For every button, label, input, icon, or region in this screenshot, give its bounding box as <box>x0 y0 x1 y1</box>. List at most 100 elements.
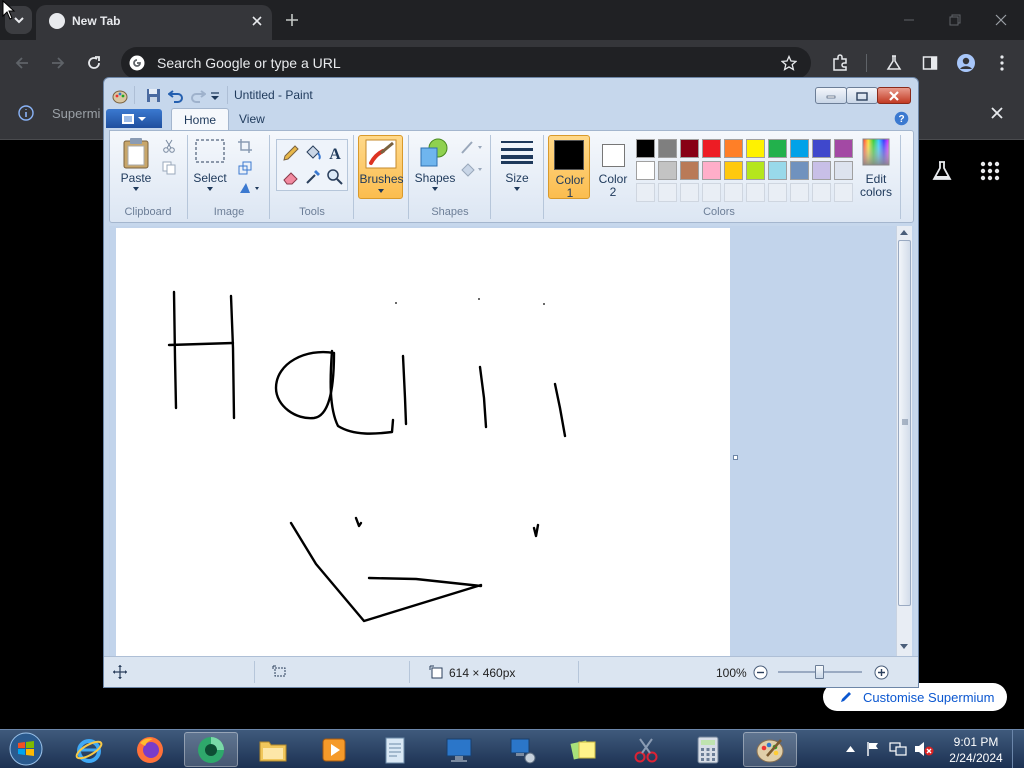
window-close-button[interactable] <box>988 8 1014 32</box>
brushes-button[interactable]: Brushes <box>358 135 404 199</box>
palette-swatch[interactable] <box>790 139 809 158</box>
rotate-icon[interactable] <box>238 181 260 195</box>
minimize-button[interactable] <box>896 8 922 32</box>
custom-color-slot[interactable] <box>702 183 721 202</box>
eraser-icon[interactable] <box>282 168 300 186</box>
palette-swatch[interactable] <box>702 139 721 158</box>
select-button[interactable]: Select <box>192 135 228 197</box>
canvas-resize-handle[interactable] <box>733 455 738 460</box>
color2-button[interactable]: Color 2 <box>592 135 634 199</box>
taskbar-paint[interactable] <box>743 732 797 767</box>
undo-icon[interactable] <box>168 88 184 103</box>
tab-home[interactable]: Home <box>171 108 230 130</box>
color-picker-icon[interactable] <box>304 168 322 186</box>
palette-swatch[interactable] <box>702 161 721 180</box>
reload-button[interactable] <box>82 51 106 75</box>
palette-swatch[interactable] <box>834 161 853 180</box>
custom-color-slot[interactable] <box>790 183 809 202</box>
paint-close-button[interactable] <box>877 87 911 104</box>
menu-button[interactable] <box>990 51 1014 75</box>
paste-button[interactable]: Paste <box>116 135 156 197</box>
network-tray-icon[interactable] <box>889 741 907 757</box>
drawing-canvas[interactable] <box>116 228 730 658</box>
taskbar-firefox[interactable] <box>123 732 177 767</box>
palette-swatch[interactable] <box>768 161 787 180</box>
palette-swatch[interactable] <box>658 161 677 180</box>
volume-muted-icon[interactable] <box>914 741 934 757</box>
palette-swatch[interactable] <box>636 139 655 158</box>
custom-color-slot[interactable] <box>768 183 787 202</box>
vertical-scrollbar[interactable] <box>896 226 912 656</box>
scrollbar-thumb[interactable] <box>898 240 911 606</box>
palette-swatch[interactable] <box>768 139 787 158</box>
info-bar-close-button[interactable] <box>988 104 1006 122</box>
copy-icon[interactable] <box>162 161 176 175</box>
taskbar-calculator[interactable] <box>681 732 735 767</box>
palette-swatch[interactable] <box>834 139 853 158</box>
star-icon[interactable] <box>781 55 797 71</box>
edit-colors-button[interactable]: Edit colors <box>860 135 892 199</box>
scroll-down-icon[interactable] <box>900 644 908 650</box>
outline-icon[interactable] <box>460 139 484 155</box>
text-tool-icon[interactable]: A <box>326 144 344 162</box>
customize-qat-icon[interactable] <box>210 92 220 102</box>
cut-icon[interactable] <box>162 139 176 153</box>
show-desktop-button[interactable] <box>1012 730 1024 768</box>
taskbar-internet-explorer[interactable] <box>62 732 116 767</box>
browser-tab-new-tab[interactable]: New Tab <box>36 5 272 40</box>
omnibox[interactable]: Search Google or type a URL <box>121 47 811 79</box>
palette-swatch[interactable] <box>812 139 831 158</box>
magnifier-icon[interactable] <box>326 168 344 186</box>
palette-swatch[interactable] <box>724 161 743 180</box>
custom-color-slot[interactable] <box>658 183 677 202</box>
custom-color-slot[interactable] <box>812 183 831 202</box>
clock-date[interactable]: 2/24/2024 <box>946 751 1006 765</box>
size-button[interactable]: Size <box>496 135 538 197</box>
taskbar-snipping-tool[interactable] <box>619 732 673 767</box>
help-icon[interactable]: ? <box>894 111 909 126</box>
taskbar-supermium[interactable] <box>184 732 238 767</box>
palette-swatch[interactable] <box>790 161 809 180</box>
zoom-out-icon[interactable] <box>753 665 768 680</box>
pencil-icon[interactable] <box>282 144 300 162</box>
scroll-up-icon[interactable] <box>900 229 908 235</box>
crop-icon[interactable] <box>238 139 252 153</box>
labs-shortcut[interactable] <box>930 159 954 183</box>
start-button[interactable] <box>4 730 48 768</box>
apps-launcher[interactable] <box>980 161 1000 181</box>
new-tab-button[interactable] <box>282 10 302 30</box>
labs-button[interactable] <box>882 51 906 75</box>
resize-icon[interactable] <box>238 161 252 175</box>
tab-close-button[interactable] <box>248 12 266 30</box>
forward-button[interactable] <box>46 51 70 75</box>
taskbar-media-player[interactable] <box>307 732 361 767</box>
extensions-button[interactable] <box>828 51 852 75</box>
custom-color-slot[interactable] <box>834 183 853 202</box>
fill-bucket-icon[interactable] <box>304 144 322 162</box>
taskbar-sticky-notes[interactable] <box>557 732 611 767</box>
fill-icon[interactable] <box>460 161 484 177</box>
side-panel-button[interactable] <box>918 51 942 75</box>
paint-app-icon[interactable] <box>112 88 128 104</box>
tab-view[interactable]: View <box>227 108 277 130</box>
clock-time[interactable]: 9:01 PM <box>946 735 1006 749</box>
taskbar-file-explorer[interactable] <box>246 732 300 767</box>
shapes-button[interactable]: Shapes <box>414 135 456 197</box>
action-center-flag-icon[interactable] <box>866 741 880 757</box>
restore-button[interactable] <box>942 8 968 32</box>
zoom-slider-thumb[interactable] <box>815 665 824 679</box>
redo-icon[interactable] <box>190 88 206 103</box>
paint-minimize-button[interactable] <box>815 87 847 104</box>
taskbar-remote-desktop[interactable] <box>432 732 486 767</box>
paint-maximize-button[interactable] <box>846 87 878 104</box>
paint-menu-button[interactable] <box>106 109 162 128</box>
tray-expand-icon[interactable] <box>846 745 855 752</box>
palette-swatch[interactable] <box>636 161 655 180</box>
palette-swatch[interactable] <box>680 139 699 158</box>
palette-swatch[interactable] <box>812 161 831 180</box>
palette-swatch[interactable] <box>746 161 765 180</box>
taskbar-notepad[interactable] <box>368 732 422 767</box>
profile-button[interactable] <box>954 51 978 75</box>
palette-swatch[interactable] <box>680 161 699 180</box>
color1-button[interactable]: Color 1 <box>548 135 590 200</box>
